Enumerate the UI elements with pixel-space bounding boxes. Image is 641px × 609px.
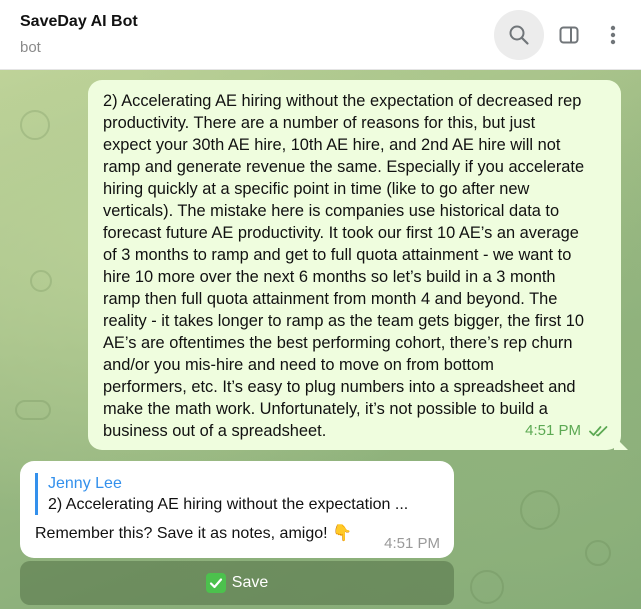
save-button[interactable]: Save (20, 561, 454, 605)
message-line: and/or you mis-hire and need to move on … (103, 356, 494, 374)
message-line: hiring quickly at a specific point in ti… (103, 180, 530, 198)
message-line: verticals). The mistake here is companie… (103, 202, 560, 220)
side-panel-button[interactable] (544, 10, 594, 60)
message-line: forecast future AE productivity. It took… (103, 224, 579, 242)
message-line: AE’s are oftentimes the best performing … (103, 334, 573, 352)
message-line: make the math work. Unfortunately, it’s … (103, 400, 548, 418)
outgoing-message-meta: 4:51 PM (525, 420, 611, 442)
message-line: expect your 30th AE hire, 10th AE hire, … (103, 136, 561, 154)
reply-quote[interactable]: Jenny Lee 2) Accelerating AE hiring with… (35, 473, 440, 515)
incoming-message-text: Remember this? Save it as notes, amigo! … (35, 525, 352, 542)
message-line: performers, etc. It’s easy to plug numbe… (103, 378, 576, 396)
reply-text: 2) Accelerating AE hiring without the ex… (48, 496, 409, 513)
message-line: ramp then full quota attainment from mon… (103, 290, 558, 308)
message-line: hire 10 more over the next 6 months so l… (103, 268, 556, 286)
outgoing-message-text: 2) Accelerating AE hiring without the ex… (103, 90, 611, 442)
message-line: 2) Accelerating AE hiring without the ex… (103, 92, 582, 110)
message-line: of 3 months to ramp and get to full quot… (103, 246, 572, 264)
message-line: ramp and generate revenue the same. Espe… (103, 158, 585, 176)
double-check-icon (589, 426, 608, 437)
chat-title[interactable]: SaveDay AI Bot (20, 13, 138, 31)
more-button[interactable] (588, 10, 638, 60)
save-button-label: Save (231, 574, 269, 591)
outgoing-message[interactable]: 2) Accelerating AE hiring without the ex… (88, 80, 628, 450)
chat-header: SaveDay AI Bot bot (0, 0, 641, 70)
side-panel-icon (559, 26, 579, 44)
search-button[interactable] (494, 10, 544, 60)
message-line: productivity. There are a number of reas… (103, 114, 536, 132)
chat-subtitle: bot (20, 39, 41, 56)
search-icon (509, 25, 529, 45)
reply-author: Jenny Lee (48, 475, 122, 492)
outgoing-message-time: 4:51 PM (525, 422, 581, 439)
more-vertical-icon (610, 25, 616, 45)
message-line: reality - it takes longer to ramp as the… (103, 312, 585, 330)
incoming-message[interactable]: Jenny Lee 2) Accelerating AE hiring with… (20, 461, 454, 558)
check-mark-button-icon (205, 573, 226, 593)
incoming-message-time: 4:51 PM (384, 535, 440, 552)
